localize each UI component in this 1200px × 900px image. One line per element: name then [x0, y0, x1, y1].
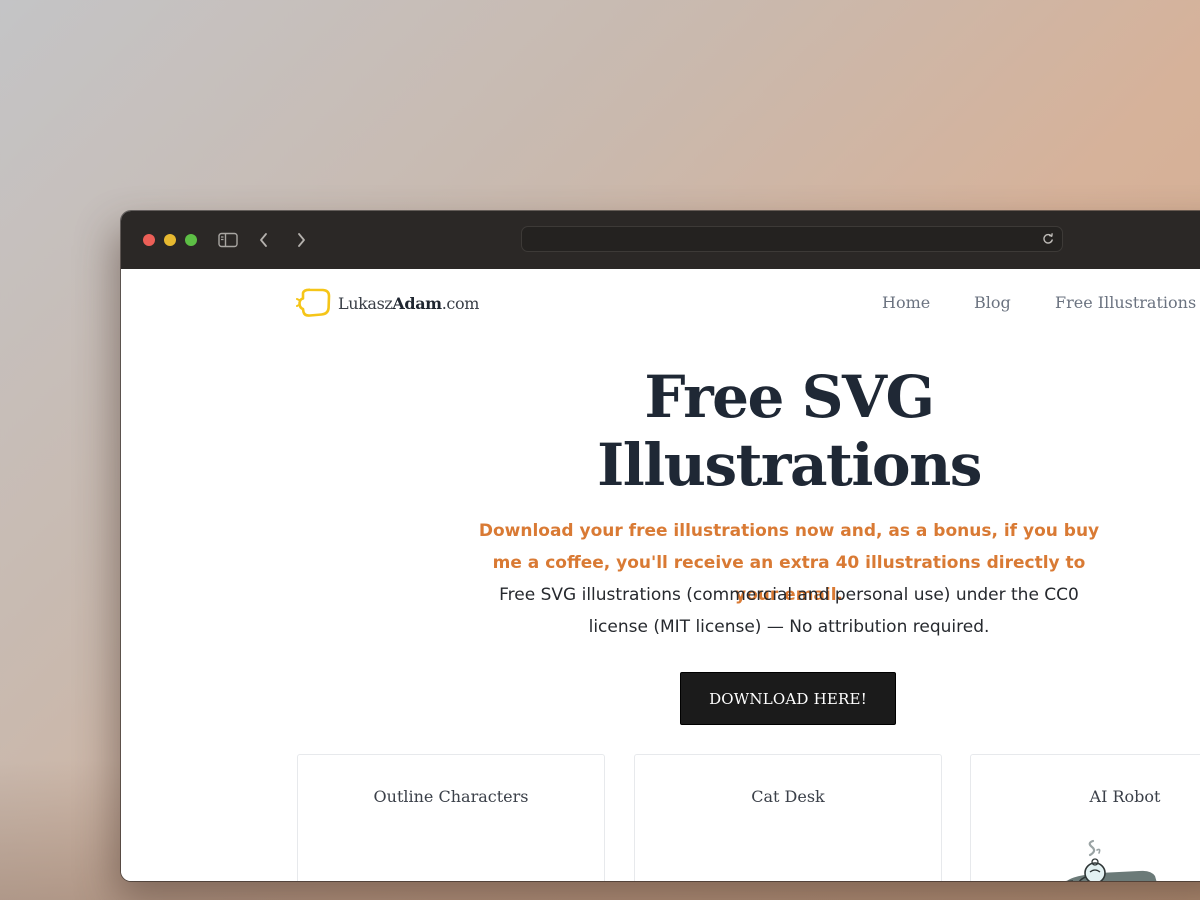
illustration-card-outline-characters[interactable]: Outline Characters	[297, 754, 605, 881]
minimize-window-button[interactable]	[164, 234, 176, 246]
chevron-left-icon[interactable]	[252, 228, 276, 252]
maximize-window-button[interactable]	[185, 234, 197, 246]
nav-home-link[interactable]: Home	[882, 293, 930, 312]
address-bar[interactable]	[521, 226, 1063, 252]
card-title: AI Robot	[1089, 787, 1161, 806]
logo-text: LukaszAdam.com	[338, 293, 479, 313]
hero-title-line-1: Free SVG	[644, 363, 935, 431]
browser-toolbar	[121, 211, 1200, 270]
license-description: Free SVG illustrations (commercial and p…	[499, 585, 1079, 637]
chevron-right-icon[interactable]	[289, 228, 313, 252]
web-page: LukaszAdam.com Home Blog Free Illustrati…	[121, 269, 1200, 881]
nav-blog-link[interactable]: Blog	[974, 293, 1011, 312]
illustration-card-cat-desk[interactable]: Cat Desk	[634, 754, 942, 881]
site-logo[interactable]: LukaszAdam.com	[296, 287, 479, 319]
download-button[interactable]: DOWNLOAD HERE!	[680, 672, 896, 725]
browser-window: LukaszAdam.com Home Blog Free Illustrati…	[121, 211, 1200, 881]
hero-title: Free SVG Illustrations	[489, 363, 1089, 499]
card-title: Cat Desk	[751, 787, 825, 806]
robot-illustration-icon	[1065, 839, 1157, 881]
illustration-card-ai-robot[interactable]: AI Robot	[970, 754, 1200, 881]
nav-free-illustrations-link[interactable]: Free Illustrations	[1055, 293, 1196, 312]
reload-icon[interactable]	[1040, 231, 1056, 247]
speech-bubble-logo-icon	[296, 288, 331, 317]
card-title: Outline Characters	[373, 787, 529, 806]
close-window-button[interactable]	[143, 234, 155, 246]
hero-title-line-2: Illustrations	[597, 431, 982, 499]
sidebar-icon[interactable]	[216, 228, 240, 252]
